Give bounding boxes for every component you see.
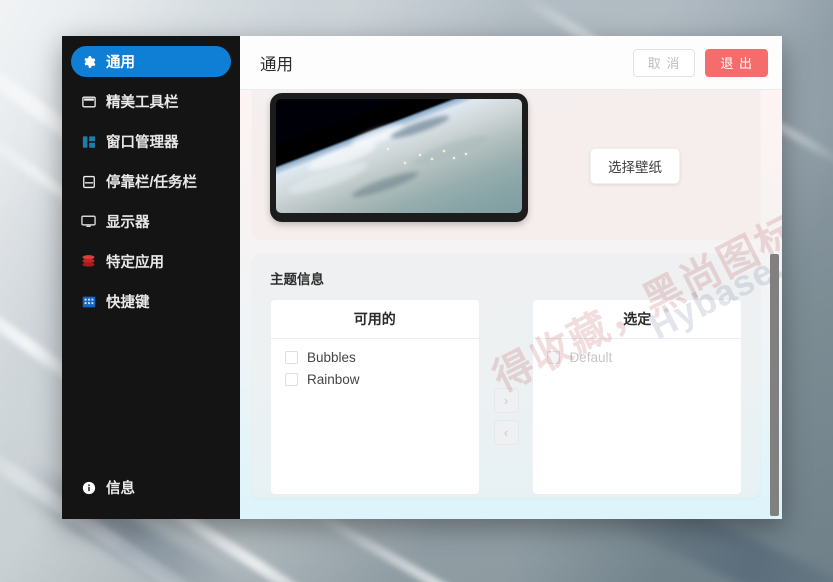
sidebar-item-info[interactable]: 信息 <box>71 472 231 503</box>
settings-window: 通用 精美工具栏 窗口管理器 停靠栏/任务栏 显示器 特定应用 快捷键 信息 通… <box>62 36 782 519</box>
window-manager-icon <box>81 134 96 149</box>
sidebar-item-label: 信息 <box>106 481 135 497</box>
theme-card: 主题信息 可用的 Bubbles Rainbow › ‹ 选定 Default <box>252 254 760 498</box>
sidebar-item-monitor[interactable]: 显示器 <box>71 206 231 237</box>
available-themes-list: Bubbles Rainbow <box>271 339 479 494</box>
checkbox[interactable] <box>285 372 298 386</box>
sidebar-item-label: 特定应用 <box>106 255 164 271</box>
desktop-background: 通用 精美工具栏 窗口管理器 停靠栏/任务栏 显示器 特定应用 快捷键 信息 通… <box>0 0 833 582</box>
available-themes-panel: 可用的 Bubbles Rainbow <box>270 299 480 495</box>
pane-header: 通用 取 消 退 出 <box>240 36 782 90</box>
sidebar-item-label: 通用 <box>106 55 135 71</box>
selected-themes-list: Default <box>533 339 741 494</box>
page-title: 通用 <box>260 55 293 74</box>
sidebar-item-dock-taskbar[interactable]: 停靠栏/任务栏 <box>71 166 231 197</box>
theme-section-title: 主题信息 <box>270 272 324 287</box>
sidebar-item-label: 窗口管理器 <box>106 135 179 151</box>
info-icon <box>81 480 96 495</box>
sidebar-item-label: 显示器 <box>106 215 150 231</box>
list-item: Default <box>533 346 741 368</box>
move-left-button[interactable]: ‹ <box>493 419 519 445</box>
sidebar-item-toolbar[interactable]: 精美工具栏 <box>71 86 231 117</box>
transfer-controls: › ‹ <box>480 299 533 495</box>
list-item-label: Rainbow <box>307 371 360 387</box>
selected-themes-header: 选定 <box>533 300 741 339</box>
scrollbar-thumb[interactable] <box>770 254 779 516</box>
keyboard-icon <box>81 294 96 309</box>
city-light <box>403 161 406 164</box>
gear-icon <box>81 54 96 69</box>
earth-from-space-wallpaper <box>276 99 522 213</box>
sidebar: 通用 精美工具栏 窗口管理器 停靠栏/任务栏 显示器 特定应用 快捷键 信息 <box>62 36 240 519</box>
sidebar-item-shortcuts[interactable]: 快捷键 <box>71 286 231 317</box>
selected-themes-panel: 选定 Default <box>532 299 742 495</box>
sidebar-item-specific-apps[interactable]: 特定应用 <box>71 246 231 277</box>
theme-transfer: 可用的 Bubbles Rainbow › ‹ 选定 Default <box>270 299 742 495</box>
list-item-label: Default <box>569 349 613 365</box>
layers-icon <box>81 254 96 269</box>
move-right-button[interactable]: › <box>493 387 519 413</box>
exit-button[interactable]: 退 出 <box>705 48 768 77</box>
city-light <box>386 148 389 151</box>
list-item[interactable]: Bubbles <box>271 346 479 368</box>
sidebar-item-label: 精美工具栏 <box>106 95 179 111</box>
sidebar-nav-list: 通用 精美工具栏 窗口管理器 停靠栏/任务栏 显示器 特定应用 快捷键 <box>62 46 240 472</box>
sidebar-item-label: 快捷键 <box>106 295 150 311</box>
sidebar-item-window-manager[interactable]: 窗口管理器 <box>71 126 231 157</box>
wallpaper-preview-frame[interactable] <box>270 93 528 222</box>
list-item-label: Bubbles <box>307 349 356 365</box>
toolbar-icon <box>81 94 96 109</box>
available-themes-header: 可用的 <box>271 300 479 339</box>
list-item[interactable]: Rainbow <box>271 368 479 390</box>
settings-pane: 通用 取 消 退 出 选择壁纸 主题信息 可用的 Bubbles Rainbow… <box>240 36 782 519</box>
dock-taskbar-icon <box>81 174 96 189</box>
earth-limb <box>276 99 522 213</box>
monitor-icon <box>81 214 96 229</box>
checkbox <box>547 350 561 364</box>
sidebar-footer: 信息 <box>62 472 240 519</box>
wallpaper-card: 选择壁纸 <box>252 90 760 238</box>
sidebar-item-general[interactable]: 通用 <box>71 46 231 77</box>
city-light <box>418 153 421 156</box>
cancel-button[interactable]: 取 消 <box>632 48 696 77</box>
pane-scroll-body: 选择壁纸 主题信息 可用的 Bubbles Rainbow › ‹ 选定 Def… <box>240 90 782 519</box>
select-wallpaper-button[interactable]: 选择壁纸 <box>590 148 680 184</box>
vertical-scrollbar[interactable] <box>770 90 779 519</box>
sidebar-item-label: 停靠栏/任务栏 <box>106 175 198 191</box>
checkbox[interactable] <box>285 350 298 364</box>
